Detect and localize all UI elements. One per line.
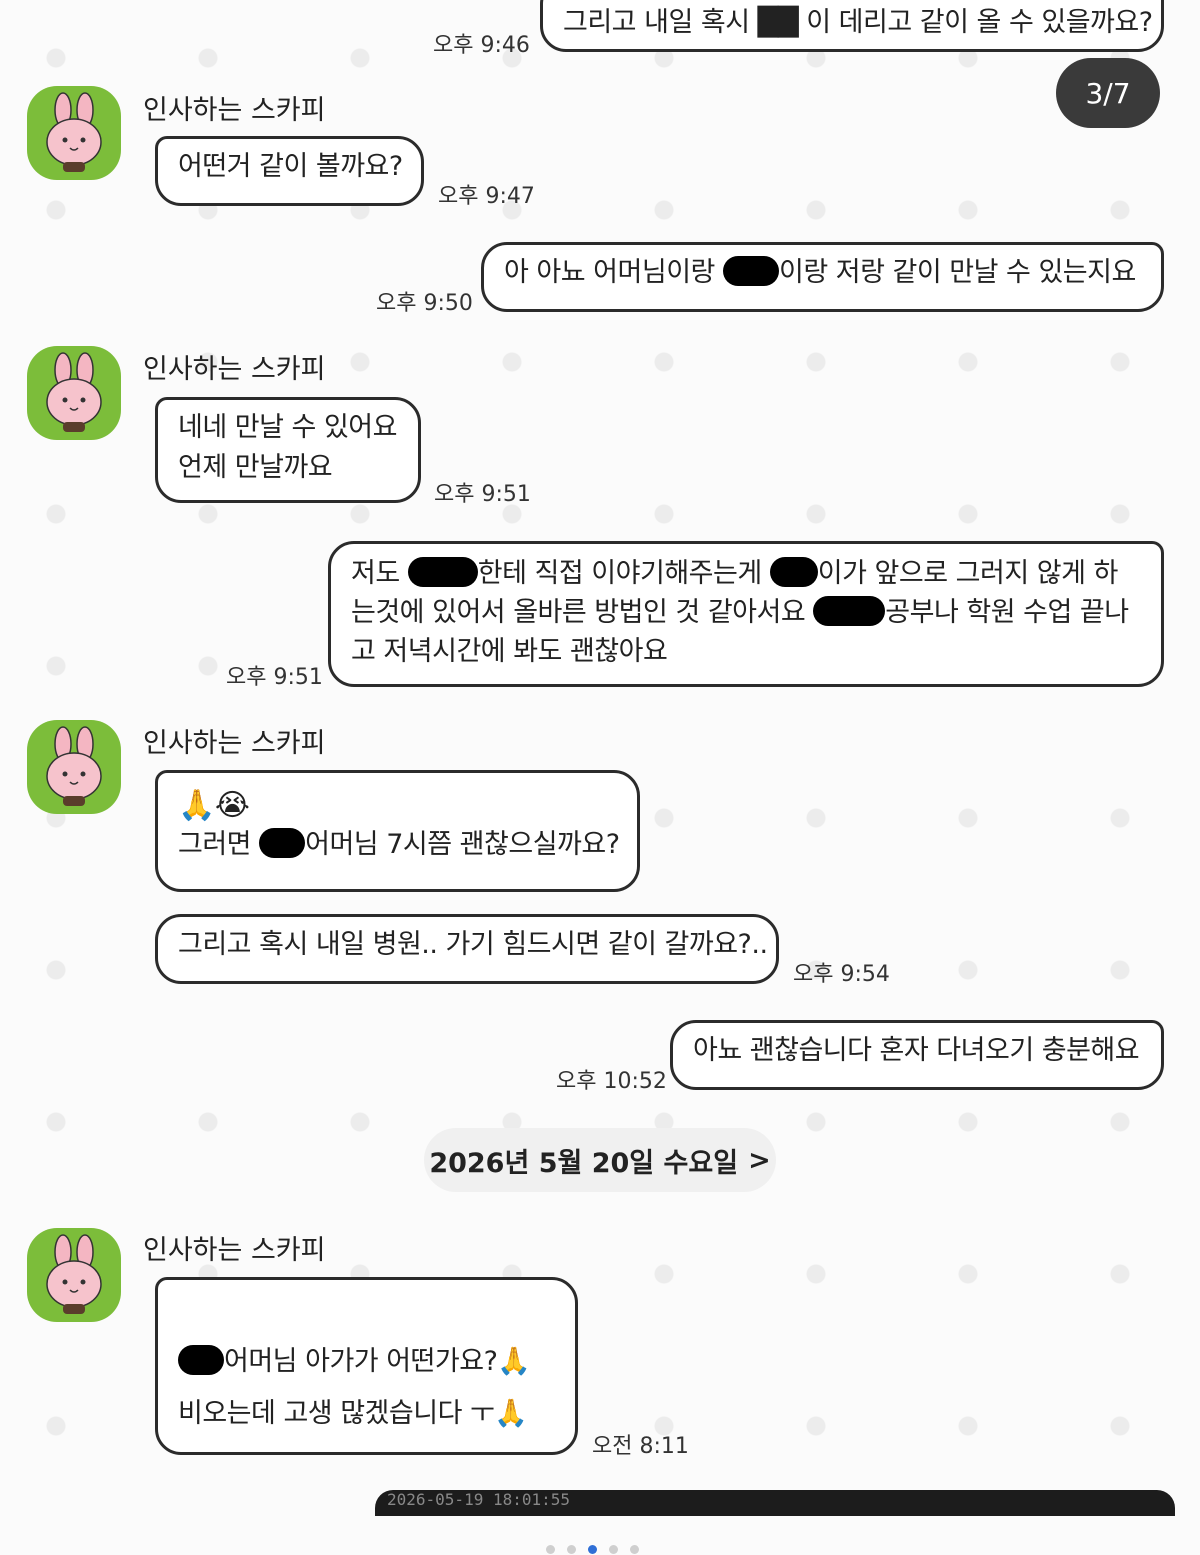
date-divider-button[interactable]: 2026년 5월 20일 수요일 >: [424, 1128, 776, 1192]
text-segment: 한테 직접 이야기해주는게: [477, 558, 762, 589]
message-text-line: 어머님 아가가 어떤가요?🙏: [178, 1336, 555, 1388]
message-text: 이랑 저랑 같이 만날 수 있는지요: [778, 257, 1136, 288]
message-time: 오전 8:11: [592, 1434, 689, 1459]
message-text-line: 고 저녁시간에 봐도 괜찮아요: [351, 636, 668, 667]
page-dot[interactable]: [630, 1545, 639, 1554]
date-divider-label: 2026년 5월 20일 수요일: [429, 1147, 739, 1179]
page-dot-active[interactable]: [588, 1545, 597, 1554]
redaction-mark: [178, 1345, 224, 1375]
message-bubble-outgoing: 저도 한테 직접 이야기해주는게 이가 앞으로 그러지 않게 하 는것에 있어서…: [328, 541, 1164, 687]
text-segment: 이가 앞으로 그러지 않게 하: [817, 558, 1119, 589]
sender-name: 인사하는 스카피: [143, 95, 326, 126]
photo-timestamp: 2026-05-19 18:01:55: [387, 1490, 571, 1509]
message-text-line: 그러면 어머님 7시쯤 괜찮으실까요?: [178, 825, 620, 865]
message-text: 아 아뇨 어머님이랑: [504, 257, 715, 288]
message-text-line: 네네 만날 수 있어요: [178, 412, 397, 443]
sender-name: 인사하는 스카피: [143, 354, 326, 385]
message-time: 오후 9:50: [376, 291, 473, 316]
text-segment: 저도: [351, 558, 400, 589]
photo-attachment[interactable]: 2026-05-19 18:01:55: [375, 1490, 1175, 1516]
message-bubble-outgoing: 아 아뇨 어머님이랑 이랑 저랑 같이 만날 수 있는지요: [481, 242, 1164, 312]
bunny-avatar-icon: [46, 1234, 102, 1314]
text-segment: 그러면: [178, 829, 252, 860]
message-bubble-incoming: 네네 만날 수 있어요 언제 만날까요: [155, 397, 421, 503]
message-bubble-outgoing: 아뇨 괜찮습니다 혼자 다녀오기 충분해요: [670, 1020, 1164, 1090]
sender-avatar[interactable]: [27, 1228, 121, 1322]
message-text-line: 비오는데 고생 많겠습니다 ㅜ🙏: [178, 1398, 528, 1429]
redaction-mark: [259, 828, 306, 858]
bunny-avatar-icon: [46, 352, 102, 432]
message-text: 아뇨 괜찮습니다 혼자 다녀오기 충분해요: [693, 1035, 1140, 1066]
message-time: 오후 9:51: [434, 482, 531, 507]
message-bubble-incoming: 어머님 아가가 어떤가요?🙏 비오는데 고생 많겠습니다 ㅜ🙏: [155, 1277, 578, 1455]
bunny-avatar-icon: [46, 92, 102, 172]
message-bubble-incoming: 그리고 혹시 내일 병원.. 가기 힘드시면 같이 갈까요?..: [155, 914, 779, 984]
redaction-mark: [407, 557, 478, 587]
sender-name: 인사하는 스카피: [143, 1235, 326, 1266]
message-text-line: 저도 한테 직접 이야기해주는게 이가 앞으로 그러지 않게 하: [351, 554, 1141, 593]
page-dot[interactable]: [567, 1545, 576, 1554]
text-segment: 어머님 아가가 어떤가요?🙏: [224, 1346, 531, 1377]
pagination-dots: [546, 1545, 639, 1554]
message-text-line: 언제 만날까요: [178, 452, 333, 483]
message-bubble-incoming: 🙏😭 그러면 어머님 7시쯤 괜찮으실까요?: [155, 770, 640, 892]
sender-avatar[interactable]: [27, 346, 121, 440]
message-time: 오후 9:46: [433, 33, 530, 58]
redaction-mark: [813, 596, 886, 626]
page-counter-badge: 3/7: [1056, 58, 1160, 128]
sender-avatar[interactable]: [27, 720, 121, 814]
message-text-line: 는것에 있어서 올바른 방법인 것 같아서요 공부나 학원 수업 끝나: [351, 593, 1141, 632]
message-time: 오후 10:52: [556, 1069, 667, 1094]
message-text: 그리고 혹시 내일 병원.. 가기 힘드시면 같이 갈까요?..: [178, 929, 768, 960]
message-text: 어떤거 같이 볼까요?: [178, 151, 403, 182]
message-time: 오후 9:51: [226, 665, 323, 690]
chevron-right-icon: >: [748, 1144, 771, 1176]
redaction-mark: [769, 557, 818, 587]
bunny-avatar-icon: [46, 726, 102, 806]
message-bubble-incoming: 어떤거 같이 볼까요?: [155, 136, 424, 206]
page-dot[interactable]: [546, 1545, 555, 1554]
redaction-mark: [722, 256, 779, 286]
text-segment: 는것에 있어서 올바른 방법인 것 같아서요: [351, 597, 806, 628]
message-bubble-outgoing: 그리고 내일 혹시 ██ 이 데리고 같이 올 수 있을까요?: [540, 0, 1164, 52]
text-segment: 공부나 학원 수업 끝나: [885, 597, 1129, 628]
sender-name: 인사하는 스카피: [143, 728, 326, 759]
message-text: 그리고 내일 혹시 ██ 이 데리고 같이 올 수 있을까요?: [563, 7, 1153, 38]
message-time: 오후 9:47: [438, 184, 535, 209]
message-time: 오후 9:54: [793, 962, 890, 987]
page-dot[interactable]: [609, 1545, 618, 1554]
text-segment: 어머님 7시쯤 괜찮으실까요?: [305, 829, 620, 860]
emoji-line: 🙏😭: [178, 788, 250, 823]
sender-avatar[interactable]: [27, 86, 121, 180]
